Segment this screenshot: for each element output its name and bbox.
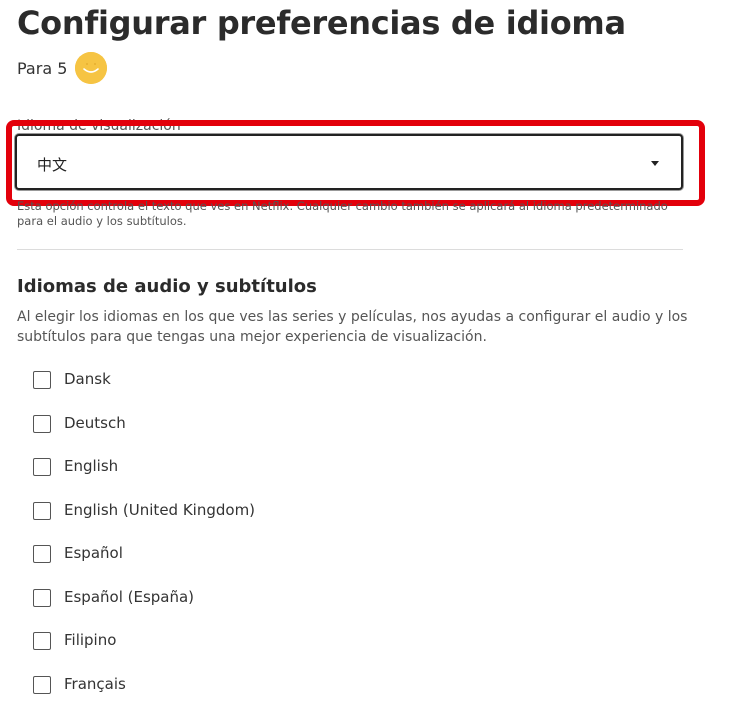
audio-subtitles-title: Idiomas de audio y subtítulos bbox=[17, 276, 317, 297]
language-label: Español (España) bbox=[64, 586, 194, 608]
display-language-select[interactable]: 中文 bbox=[15, 134, 683, 190]
display-language-label: Idioma de visualización bbox=[17, 118, 181, 134]
language-label: English bbox=[64, 455, 118, 477]
language-option-francais[interactable]: Français bbox=[33, 673, 255, 716]
language-option-english[interactable]: English bbox=[33, 455, 255, 499]
language-label: Deutsch bbox=[64, 412, 126, 434]
language-option-espanol-espana[interactable]: Español (España) bbox=[33, 586, 255, 630]
checkbox[interactable] bbox=[33, 676, 51, 694]
profile-row: Para 5 bbox=[17, 52, 107, 84]
checkbox[interactable] bbox=[33, 589, 51, 607]
language-option-espanol[interactable]: Español bbox=[33, 542, 255, 586]
checkbox[interactable] bbox=[33, 545, 51, 563]
language-label: English (United Kingdom) bbox=[64, 499, 255, 521]
caret-down-icon bbox=[651, 161, 659, 166]
display-language-help-text: Esta opción controla el texto que ves en… bbox=[17, 199, 697, 229]
display-language-selected-value: 中文 bbox=[37, 154, 67, 175]
checkbox[interactable] bbox=[33, 458, 51, 476]
page-title: Configurar preferencias de idioma bbox=[17, 4, 626, 42]
checkbox[interactable] bbox=[33, 371, 51, 389]
smiley-face-icon bbox=[75, 52, 107, 84]
section-divider bbox=[17, 249, 683, 250]
language-option-filipino[interactable]: Filipino bbox=[33, 629, 255, 673]
language-label: Filipino bbox=[64, 629, 116, 651]
language-label: Español bbox=[64, 542, 123, 564]
profile-label: Para 5 bbox=[17, 59, 67, 78]
language-option-deutsch[interactable]: Deutsch bbox=[33, 412, 255, 456]
language-label: Français bbox=[64, 673, 126, 695]
language-label: Dansk bbox=[64, 368, 111, 390]
checkbox[interactable] bbox=[33, 415, 51, 433]
language-option-english-uk[interactable]: English (United Kingdom) bbox=[33, 499, 255, 543]
language-checkbox-list: Dansk Deutsch English English (United Ki… bbox=[33, 368, 255, 716]
checkbox[interactable] bbox=[33, 632, 51, 650]
audio-subtitles-description: Al elegir los idiomas en los que ves las… bbox=[17, 307, 697, 347]
language-option-dansk[interactable]: Dansk bbox=[33, 368, 255, 412]
checkbox[interactable] bbox=[33, 502, 51, 520]
